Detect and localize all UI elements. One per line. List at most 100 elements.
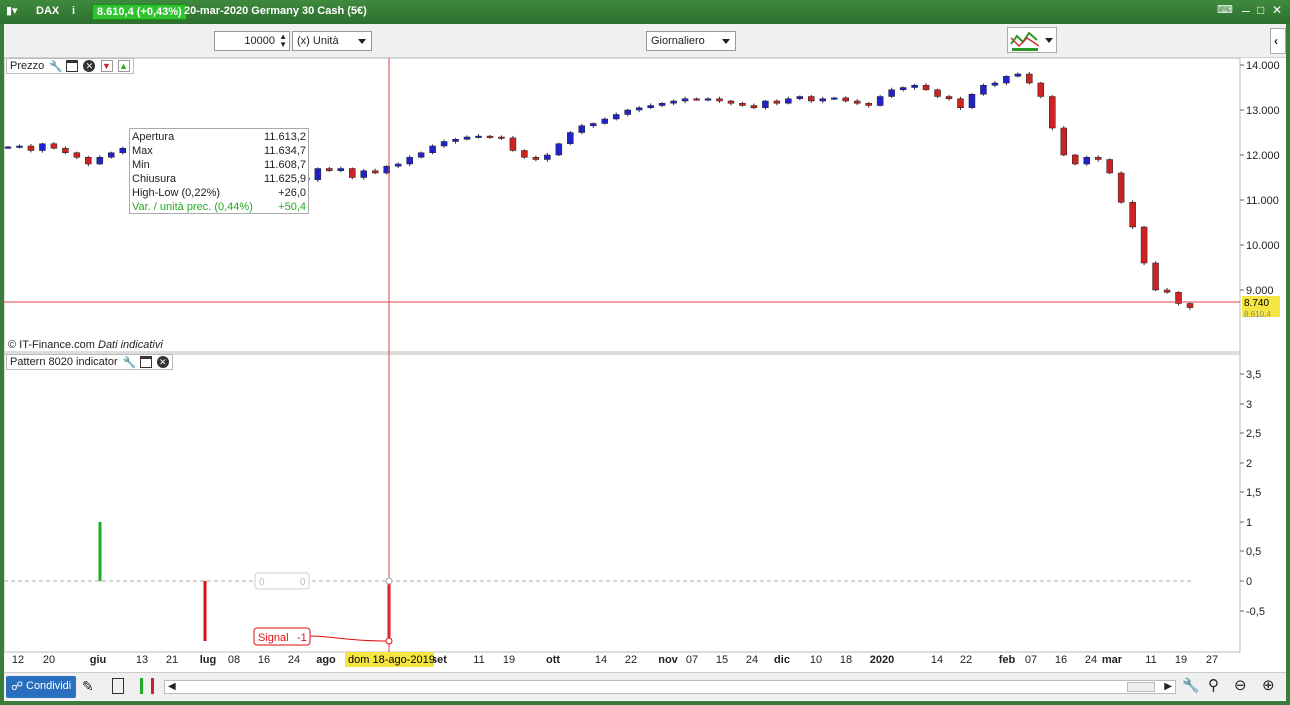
candle-body — [934, 89, 941, 97]
candle-body — [1026, 73, 1033, 84]
candle-body — [968, 94, 976, 108]
price-tick-label: 13.000 — [1246, 105, 1280, 117]
candle-body — [1106, 159, 1113, 174]
price-tick-label: 12.000 — [1246, 150, 1280, 162]
candle-body — [326, 168, 333, 171]
candle-body — [73, 152, 81, 158]
zoom-in-icon[interactable]: ⊕ — [1262, 676, 1275, 694]
x-axis-label: 2020 — [870, 654, 894, 666]
indicators-button[interactable] — [1007, 27, 1057, 53]
candle-body — [452, 139, 459, 142]
candle-body — [62, 148, 69, 153]
scroll-left-icon[interactable]: ◀ — [168, 681, 176, 692]
move-down-icon[interactable]: ▼ — [100, 60, 113, 73]
candle-body — [39, 143, 46, 151]
candle-body — [704, 98, 712, 101]
ohlc-label: Apertura — [132, 131, 175, 143]
x-axis-label: 11 — [1145, 654, 1156, 666]
x-axis-label: 18 — [840, 654, 852, 666]
wrench-icon[interactable]: 🔧 — [49, 60, 63, 73]
zoom-out-icon[interactable]: ⊖ — [1234, 676, 1247, 694]
window-title: 20-mar-2020 Germany 30 Cash (5€) — [184, 5, 367, 17]
candle-body — [1037, 82, 1045, 97]
indicator-tick-label: 2 — [1246, 458, 1252, 470]
chart-type-icon[interactable]: ▮▾ — [6, 4, 18, 17]
x-axis-label: mar — [1102, 654, 1123, 666]
x-axis-label: 24 — [288, 654, 300, 666]
quantity-value: 10000 — [244, 35, 275, 47]
candle-body — [899, 87, 907, 90]
info-icon[interactable]: i — [72, 5, 75, 17]
ohlc-label: Min — [132, 159, 150, 171]
price-tick-label: 9.000 — [1246, 285, 1274, 297]
ohlc-label: Chiusura — [132, 173, 177, 185]
price-tag-top-text: 8.740 — [1244, 298, 1269, 309]
window-icon[interactable] — [139, 356, 152, 369]
zero-value-left: 0 — [259, 577, 265, 588]
settings-icon[interactable]: 🔧 — [1182, 677, 1199, 694]
candle-body — [842, 97, 849, 102]
remove-icon[interactable]: ✕ — [156, 356, 169, 369]
remove-icon[interactable]: ✕ — [83, 60, 96, 73]
share-icon: ☍ — [11, 679, 24, 693]
x-axis-label: feb — [999, 654, 1016, 666]
spinner-icon[interactable]: ▲ ▼ — [279, 33, 287, 49]
price-pane-header: Prezzo 🔧 ✕ ▼ ▲ — [6, 58, 134, 74]
candle-body — [349, 168, 356, 178]
window-icon[interactable] — [66, 60, 79, 73]
candle-body — [360, 170, 367, 178]
price-tag-bottom-text: 8.610,4 — [1244, 310, 1271, 319]
ohlc-value: 11.634,7 — [263, 145, 306, 157]
indicator-tick-label: 2,5 — [1246, 428, 1261, 440]
candle-body — [819, 98, 827, 102]
indicator-pane-header: Pattern 8020 indicator 🔧 ✕ — [6, 354, 173, 370]
x-axis-label: lug — [200, 654, 217, 666]
wrench-icon[interactable]: 🔧 — [123, 356, 137, 369]
candle-body — [796, 96, 804, 99]
unit-select-value: (x) Unità — [297, 35, 339, 47]
signal-value: -1 — [297, 632, 307, 644]
unit-select[interactable]: (x) Unità — [292, 31, 372, 51]
move-up-icon[interactable]: ▲ — [117, 60, 130, 73]
close-icon[interactable]: ✕ — [1272, 3, 1282, 17]
candle-body — [1152, 262, 1159, 291]
drawing-tools-icon[interactable]: ✎ — [82, 678, 94, 695]
x-axis-label: 22 — [960, 654, 972, 666]
candle-body — [371, 170, 379, 174]
candle-body — [1163, 289, 1171, 293]
horizontal-scrollbar[interactable]: ◀ ▶ — [164, 680, 1176, 694]
price-tick-label: 10.000 — [1246, 240, 1280, 252]
indicator-pane-label: Pattern 8020 indicator — [10, 356, 118, 368]
symbol-label[interactable]: DAX — [36, 5, 59, 17]
zoom-fit-icon[interactable]: ⚲ — [1208, 676, 1219, 694]
minimize-icon[interactable]: – — [1242, 2, 1250, 18]
x-axis-label: ott — [546, 654, 560, 666]
candle-body — [337, 168, 345, 171]
share-button[interactable]: ☍ Condividi — [6, 676, 76, 698]
quantity-input[interactable]: 10000 ▲ ▼ — [214, 31, 290, 51]
document-icon[interactable] — [112, 678, 124, 694]
ohlc-label: Var. / unità prec. (0,44%) — [132, 201, 253, 213]
x-axis-label: 14 — [931, 654, 943, 666]
bars-icon[interactable] — [140, 678, 154, 694]
candle-body — [957, 98, 964, 108]
keyboard-icon[interactable]: ⌨ — [1217, 3, 1233, 16]
x-axis-label: 27 — [1206, 654, 1218, 666]
candle-body — [739, 103, 746, 106]
scroll-thumb[interactable] — [1127, 682, 1155, 692]
scroll-right-icon[interactable]: ▶ — [1164, 681, 1172, 692]
candle-body — [601, 118, 608, 124]
candle-body — [911, 85, 918, 88]
candle-body — [808, 96, 815, 102]
maximize-icon[interactable]: □ — [1257, 3, 1264, 17]
ohlc-value: 11.608,7 — [263, 159, 306, 171]
chevron-down-icon — [1045, 38, 1053, 43]
zero-value-right: 0 — [300, 577, 306, 588]
side-panel-toggle[interactable]: ‹ — [1270, 28, 1286, 54]
price-tick-label: 14.000 — [1246, 60, 1280, 72]
candle-body — [922, 85, 930, 90]
ohlc-value: +50,4 — [278, 201, 306, 213]
candle-body — [1140, 226, 1148, 264]
x-axis-label: 12 — [12, 654, 24, 666]
period-select[interactable]: Giornaliero — [646, 31, 736, 51]
